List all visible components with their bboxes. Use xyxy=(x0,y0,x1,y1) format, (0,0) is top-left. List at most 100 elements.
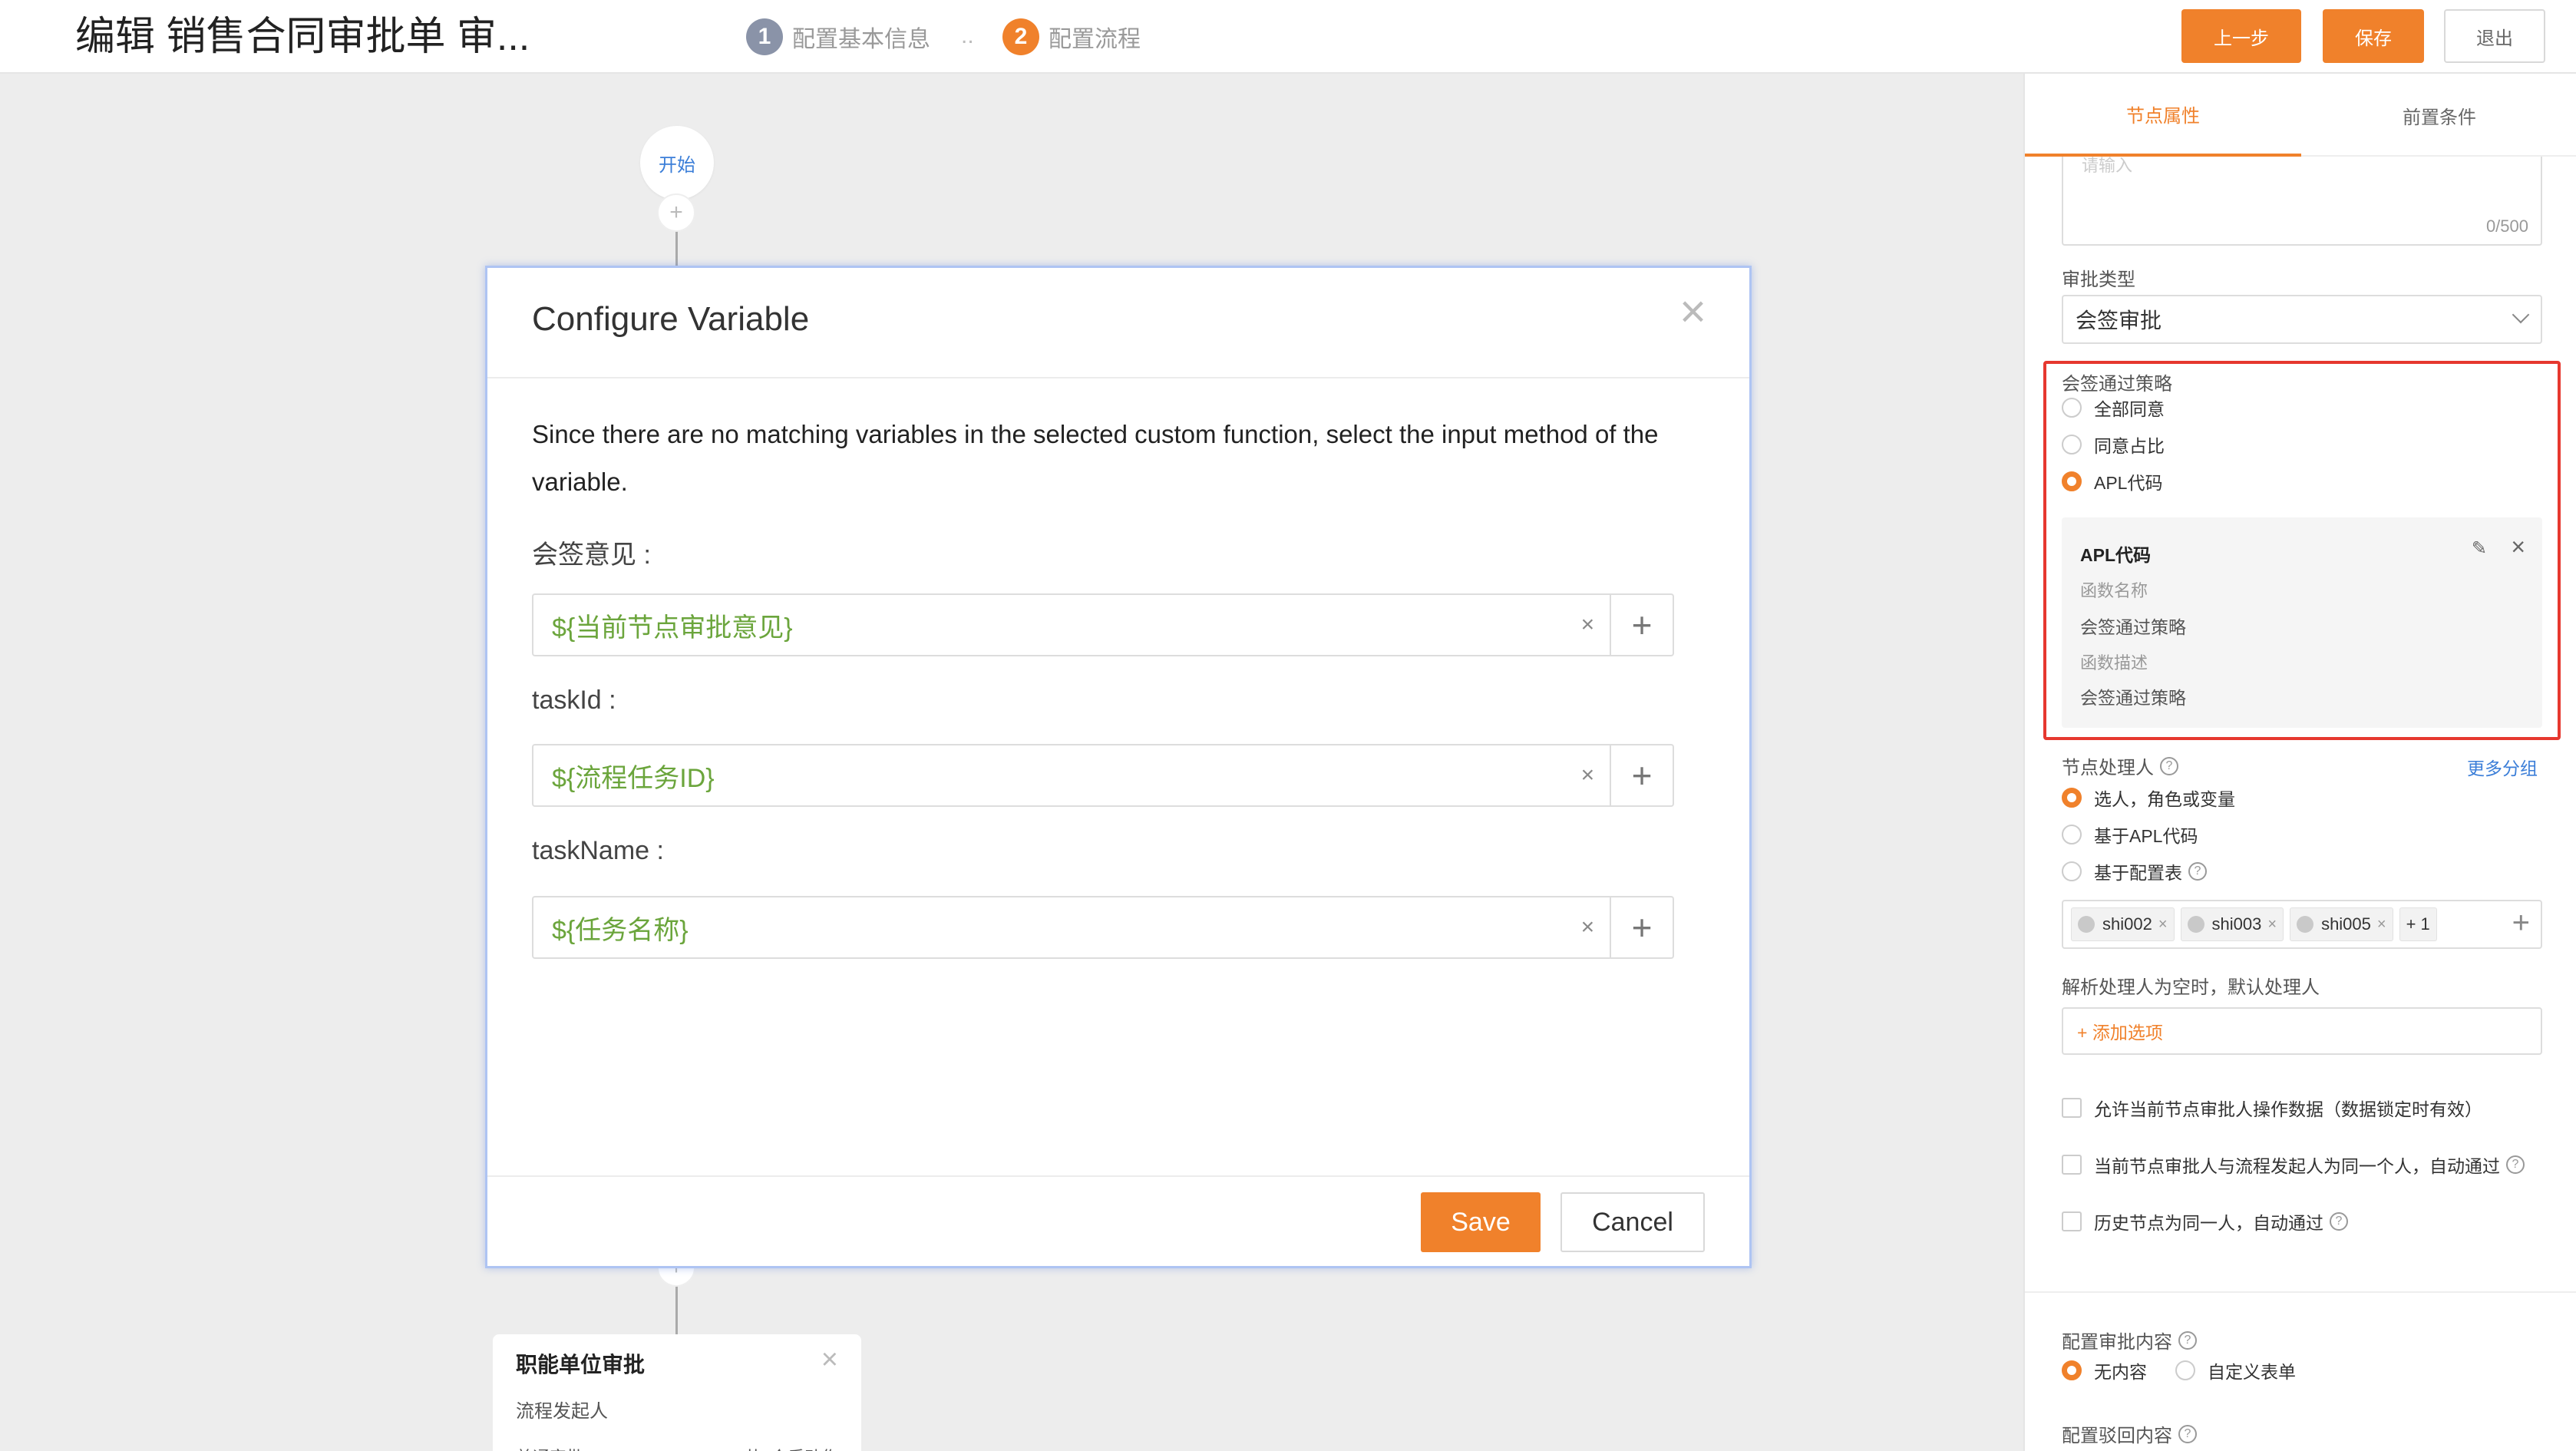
strategy-option-all[interactable]: 全部同意 xyxy=(2062,395,2165,421)
content-option-label: 无内容 xyxy=(2094,1362,2147,1382)
apl-function-card: APL代码 ✎ × 函数名称 会签通过策略 函数描述 会签通过策略 xyxy=(2062,517,2542,728)
help-icon[interactable]: ? xyxy=(2330,1212,2348,1231)
help-icon[interactable]: ? xyxy=(2506,1155,2525,1174)
close-icon[interactable]: × xyxy=(821,1344,838,1377)
approval-node-card[interactable]: 职能单位审批 × 流程发起人 普通审批 共0个后动作 xyxy=(493,1334,861,1451)
user-tag[interactable]: shi005 × xyxy=(2290,907,2393,941)
start-node[interactable]: 开始 xyxy=(640,126,714,200)
check-allow-operate[interactable]: 允许当前节点审批人操作数据（数据锁定时有效） xyxy=(2062,1095,2482,1121)
taskname-input[interactable]: ${任务名称} × xyxy=(532,896,1612,959)
user-tag-label: shi002 xyxy=(2102,914,2152,934)
opinion-input[interactable]: ${当前节点审批意见} × xyxy=(532,593,1612,656)
avatar xyxy=(2187,916,2204,933)
handler-label: 节点处理人 xyxy=(2062,758,2154,778)
taskname-value: ${任务名称} xyxy=(552,915,689,945)
add-variable-button[interactable]: + xyxy=(1611,593,1674,656)
strategy-option-label: 同意占比 xyxy=(2094,436,2165,456)
approval-type-label: 审批类型 xyxy=(2062,269,2135,290)
close-icon[interactable]: × xyxy=(2158,916,2168,934)
opinion-value: ${当前节点审批意见} xyxy=(552,613,793,643)
field-label-taskname: taskName : xyxy=(532,836,664,865)
field-opinion: ${当前节点审批意见} × + xyxy=(532,593,1674,656)
content-option-none[interactable]: 无内容 xyxy=(2062,1357,2147,1383)
close-icon[interactable]: × xyxy=(2377,916,2386,934)
check-label: 当前节点审批人与流程发起人为同一个人，自动通过 xyxy=(2094,1156,2500,1176)
close-icon[interactable]: × xyxy=(2511,533,2525,561)
dialog-save-button[interactable]: Save xyxy=(1421,1192,1541,1252)
content-option-label: 自定义表单 xyxy=(2208,1362,2296,1382)
save-button[interactable]: 保存 xyxy=(2323,9,2424,63)
field-label-opinion: 会签意见 : xyxy=(532,540,651,570)
handler-tags-input[interactable]: shi002 × shi003 × shi005 × + 1 + xyxy=(2062,900,2542,949)
dialog-cancel-button[interactable]: Cancel xyxy=(1560,1192,1705,1252)
handler-option-label: 基于配置表 xyxy=(2094,863,2182,883)
tab-node-properties[interactable]: 节点属性 xyxy=(2025,74,2301,157)
help-icon[interactable]: ? xyxy=(2188,862,2207,881)
checkbox-icon xyxy=(2062,1211,2082,1231)
description-textarea[interactable]: 请输入 0/500 xyxy=(2062,156,2542,246)
divider xyxy=(2025,1291,2576,1293)
help-icon[interactable]: ? xyxy=(2178,1330,2197,1350)
user-tag[interactable]: shi003 × xyxy=(2180,907,2284,941)
step-2-label: 配置流程 xyxy=(1049,27,1141,52)
check-history-same[interactable]: 历史节点为同一人，自动通过 ? xyxy=(2062,1208,2348,1235)
func-name-value: 会签通过策略 xyxy=(2080,617,2186,637)
strategy-option-label: 全部同意 xyxy=(2094,399,2165,419)
radio-icon xyxy=(2062,861,2082,881)
reject-label: 配置驳回内容 xyxy=(2062,1426,2172,1446)
field-taskid: ${流程任务ID} × + xyxy=(532,744,1674,807)
handler-option-label: 基于APL代码 xyxy=(2094,826,2198,846)
user-tag[interactable]: shi002 × xyxy=(2071,907,2175,941)
approval-node-actions: 共0个后动作 xyxy=(745,1444,838,1451)
func-desc-label: 函数描述 xyxy=(2080,653,2148,673)
pencil-icon[interactable]: ✎ xyxy=(2472,537,2487,560)
handler-option-config[interactable]: 基于配置表 ? xyxy=(2062,858,2207,884)
step-separator: .. xyxy=(961,23,974,48)
func-desc-value: 会签通过策略 xyxy=(2080,688,2186,708)
apl-card-title: APL代码 xyxy=(2080,545,2151,565)
empty-default-label: 解析处理人为空时，默认处理人 xyxy=(2062,977,2320,998)
radio-icon xyxy=(2062,398,2082,418)
close-icon[interactable]: × xyxy=(2267,916,2277,934)
check-same-initiator[interactable]: 当前节点审批人与流程发起人为同一个人，自动通过 ? xyxy=(2062,1152,2525,1178)
taskid-value: ${流程任务ID} xyxy=(552,763,715,793)
strategy-label: 会签通过策略 xyxy=(2062,374,2172,395)
clear-icon[interactable]: × xyxy=(1581,762,1595,788)
step-1-number: 1 xyxy=(746,18,783,55)
help-icon[interactable]: ? xyxy=(2178,1424,2197,1443)
radio-selected-icon xyxy=(2062,1360,2082,1380)
add-variable-button[interactable]: + xyxy=(1611,744,1674,807)
step-1[interactable]: 1 配置基本信息 xyxy=(746,18,930,55)
strategy-option-ratio[interactable]: 同意占比 xyxy=(2062,431,2165,458)
content-option-custom[interactable]: 自定义表单 xyxy=(2175,1357,2296,1383)
more-groups-link[interactable]: 更多分组 xyxy=(2467,754,2538,780)
node-properties-panel: 节点属性 前置条件 请输入 0/500 审批类型 会签审批 会签通过策略 全部同… xyxy=(2023,74,2576,1451)
approval-node-title: 职能单位审批 xyxy=(516,1353,646,1377)
avatar xyxy=(2297,916,2314,933)
tab-preconditions[interactable]: 前置条件 xyxy=(2301,74,2576,157)
clear-icon[interactable]: × xyxy=(1581,612,1595,638)
exit-button[interactable]: 退出 xyxy=(2444,9,2545,63)
check-label: 历史节点为同一人，自动通过 xyxy=(2094,1213,2323,1233)
radio-icon xyxy=(2062,825,2082,844)
help-icon[interactable]: ? xyxy=(2160,756,2178,775)
add-option-input[interactable]: + 添加选项 xyxy=(2062,1007,2542,1055)
more-users-tag[interactable]: + 1 xyxy=(2399,907,2437,941)
step-2[interactable]: 2 配置流程 xyxy=(1002,18,1141,55)
approval-type-select[interactable]: 会签审批 xyxy=(2062,295,2542,344)
check-label: 允许当前节点审批人操作数据（数据锁定时有效） xyxy=(2094,1099,2482,1119)
clear-icon[interactable]: × xyxy=(1581,914,1595,940)
func-name-label: 函数名称 xyxy=(2080,581,2148,600)
strategy-option-apl[interactable]: APL代码 xyxy=(2062,468,2162,494)
taskid-input[interactable]: ${流程任务ID} × xyxy=(532,744,1612,807)
reject-label-row: 配置驳回内容 ? xyxy=(2062,1420,2197,1447)
handler-option-apl[interactable]: 基于APL代码 xyxy=(2062,821,2198,848)
field-taskname: ${任务名称} × + xyxy=(532,896,1674,959)
prev-step-button[interactable]: 上一步 xyxy=(2181,9,2301,63)
plus-icon[interactable]: + xyxy=(2512,906,2530,940)
dialog-title: Configure Variable xyxy=(532,300,810,338)
close-icon[interactable]: × xyxy=(1679,285,1706,338)
add-variable-button[interactable]: + xyxy=(1611,896,1674,959)
add-node-button[interactable]: + xyxy=(657,193,695,232)
handler-option-person[interactable]: 选人，角色或变量 xyxy=(2062,785,2235,811)
